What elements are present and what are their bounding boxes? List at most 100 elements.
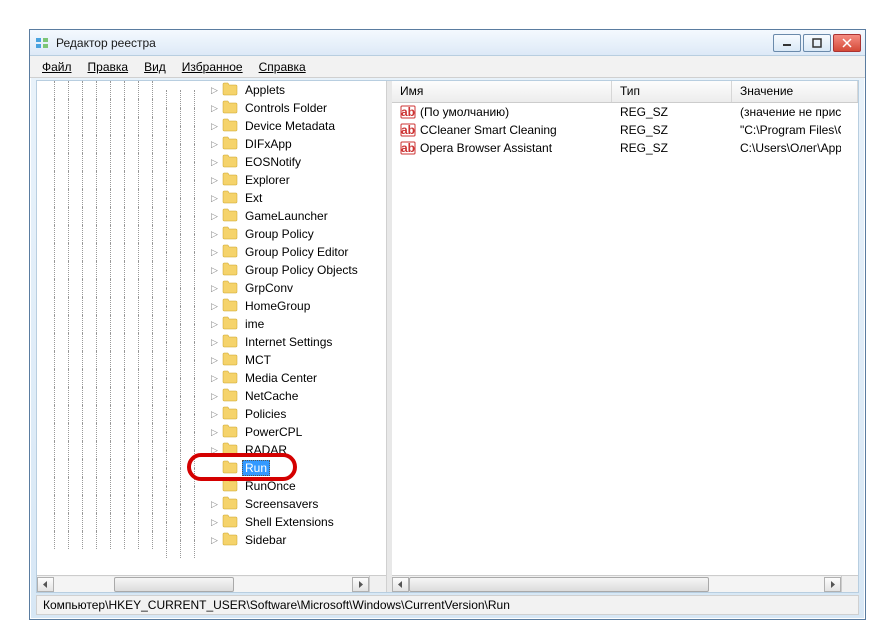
close-button[interactable]	[833, 34, 861, 52]
expand-icon[interactable]	[209, 175, 220, 186]
minimize-button[interactable]	[773, 34, 801, 52]
tree-item[interactable]: EOSNotify	[37, 153, 386, 171]
tree-item[interactable]: Ext	[37, 189, 386, 207]
tree-item[interactable]: Media Center	[37, 369, 386, 387]
menu-edit[interactable]: Правка	[80, 58, 137, 76]
menu-help[interactable]: Справка	[251, 58, 314, 76]
tree-item-label[interactable]: GameLauncher	[242, 208, 331, 224]
tree-item-label[interactable]: Internet Settings	[242, 334, 335, 350]
menu-file[interactable]: Файл	[34, 58, 80, 76]
menu-view[interactable]: Вид	[136, 58, 174, 76]
tree-item[interactable]: HomeGroup	[37, 297, 386, 315]
expand-icon[interactable]	[209, 229, 220, 240]
expand-icon[interactable]	[209, 427, 220, 438]
tree-item-label[interactable]: ime	[242, 316, 267, 332]
tree-item[interactable]: RunOnce	[37, 477, 386, 495]
menu-favorites[interactable]: Избранное	[174, 58, 251, 76]
tree-item-label[interactable]: HomeGroup	[242, 298, 313, 314]
tree-item-label[interactable]: Group Policy Objects	[242, 262, 361, 278]
expand-icon[interactable]	[209, 445, 220, 456]
scroll-right-button[interactable]	[824, 577, 841, 592]
tree-item-label[interactable]: Controls Folder	[242, 100, 330, 116]
tree-item-label[interactable]: Device Metadata	[242, 118, 338, 134]
scroll-thumb[interactable]	[409, 577, 709, 592]
tree-item[interactable]: GrpConv	[37, 279, 386, 297]
scroll-right-button[interactable]	[352, 577, 369, 592]
tree-item-label[interactable]: Explorer	[242, 172, 293, 188]
list-row[interactable]: ab(По умолчанию)REG_SZ(значение не присв…	[392, 103, 841, 121]
tree-item[interactable]: Group Policy Editor	[37, 243, 386, 261]
tree-item-label[interactable]: GrpConv	[242, 280, 296, 296]
column-value[interactable]: Значение	[732, 81, 858, 102]
tree-item-label[interactable]: Screensavers	[242, 496, 321, 512]
scroll-track[interactable]	[409, 577, 824, 592]
tree-item[interactable]: Group Policy	[37, 225, 386, 243]
tree-item[interactable]: GameLauncher	[37, 207, 386, 225]
tree-item-label[interactable]: Run	[242, 460, 270, 476]
tree-item[interactable]: Applets	[37, 81, 386, 99]
expand-icon[interactable]	[209, 157, 220, 168]
tree-item-label[interactable]: MCT	[242, 352, 274, 368]
expand-icon[interactable]	[209, 211, 220, 222]
expand-icon[interactable]	[209, 103, 220, 114]
tree-item-label[interactable]: RADAR	[242, 442, 290, 458]
tree-item[interactable]: Device Metadata	[37, 117, 386, 135]
tree-item[interactable]: Policies	[37, 405, 386, 423]
expand-icon[interactable]	[209, 121, 220, 132]
expand-icon[interactable]	[209, 409, 220, 420]
expand-icon[interactable]	[209, 139, 220, 150]
tree-item-label[interactable]: Group Policy	[242, 226, 317, 242]
expand-icon[interactable]	[209, 391, 220, 402]
tree-item[interactable]: DIFxApp	[37, 135, 386, 153]
expand-icon[interactable]	[209, 373, 220, 384]
tree-item-label[interactable]: Sidebar	[242, 532, 289, 548]
tree-item[interactable]: Group Policy Objects	[37, 261, 386, 279]
list-horizontal-scrollbar[interactable]	[392, 575, 841, 592]
tree-item-label[interactable]: NetCache	[242, 388, 301, 404]
tree-item[interactable]: NetCache	[37, 387, 386, 405]
tree-item-label[interactable]: Applets	[242, 82, 288, 98]
column-type[interactable]: Тип	[612, 81, 732, 102]
tree-item-label[interactable]: Ext	[242, 190, 265, 206]
tree-item[interactable]: Explorer	[37, 171, 386, 189]
tree-item[interactable]: Controls Folder	[37, 99, 386, 117]
expand-icon[interactable]	[209, 319, 220, 330]
tree-item-label[interactable]: Policies	[242, 406, 289, 422]
tree-item-label[interactable]: RunOnce	[242, 478, 299, 494]
tree-item-label[interactable]: EOSNotify	[242, 154, 304, 170]
maximize-button[interactable]	[803, 34, 831, 52]
expand-icon[interactable]	[209, 85, 220, 96]
tree-item[interactable]: RADAR	[37, 441, 386, 459]
tree-item-label[interactable]: PowerCPL	[242, 424, 305, 440]
list-body[interactable]: ab(По умолчанию)REG_SZ(значение не присв…	[392, 103, 841, 575]
titlebar[interactable]: Редактор реестра	[30, 30, 865, 56]
tree-item[interactable]: ime	[37, 315, 386, 333]
tree-item-label[interactable]: Shell Extensions	[242, 514, 337, 530]
tree-item[interactable]: PowerCPL	[37, 423, 386, 441]
expand-icon[interactable]	[209, 499, 220, 510]
expand-icon[interactable]	[209, 193, 220, 204]
expand-icon[interactable]	[209, 265, 220, 276]
expand-icon[interactable]	[209, 301, 220, 312]
tree-item-label[interactable]: Media Center	[242, 370, 320, 386]
tree-item[interactable]: Screensavers	[37, 495, 386, 513]
expand-icon[interactable]	[209, 283, 220, 294]
list-row[interactable]: abOpera Browser AssistantREG_SZC:\Users\…	[392, 139, 841, 157]
tree-scroll-area[interactable]: Applets Controls Folder Device MetadataDIF…	[37, 81, 386, 575]
scroll-thumb[interactable]	[114, 577, 234, 592]
list-row[interactable]: abCCleaner Smart CleaningREG_SZ"C:\Progr…	[392, 121, 841, 139]
expand-icon[interactable]	[209, 355, 220, 366]
column-name[interactable]: Имя	[392, 81, 612, 102]
scroll-left-button[interactable]	[37, 577, 54, 592]
scroll-track[interactable]	[54, 577, 352, 592]
expand-icon[interactable]	[209, 535, 220, 546]
scroll-left-button[interactable]	[392, 577, 409, 592]
tree-item-label[interactable]: Group Policy Editor	[242, 244, 351, 260]
tree-item[interactable]: Shell Extensions	[37, 513, 386, 531]
tree-item[interactable]: MCT	[37, 351, 386, 369]
tree-item[interactable]: Run	[37, 459, 386, 477]
expand-icon[interactable]	[209, 247, 220, 258]
tree-item[interactable]: Sidebar	[37, 531, 386, 549]
tree-horizontal-scrollbar[interactable]	[37, 575, 369, 592]
expand-icon[interactable]	[209, 337, 220, 348]
